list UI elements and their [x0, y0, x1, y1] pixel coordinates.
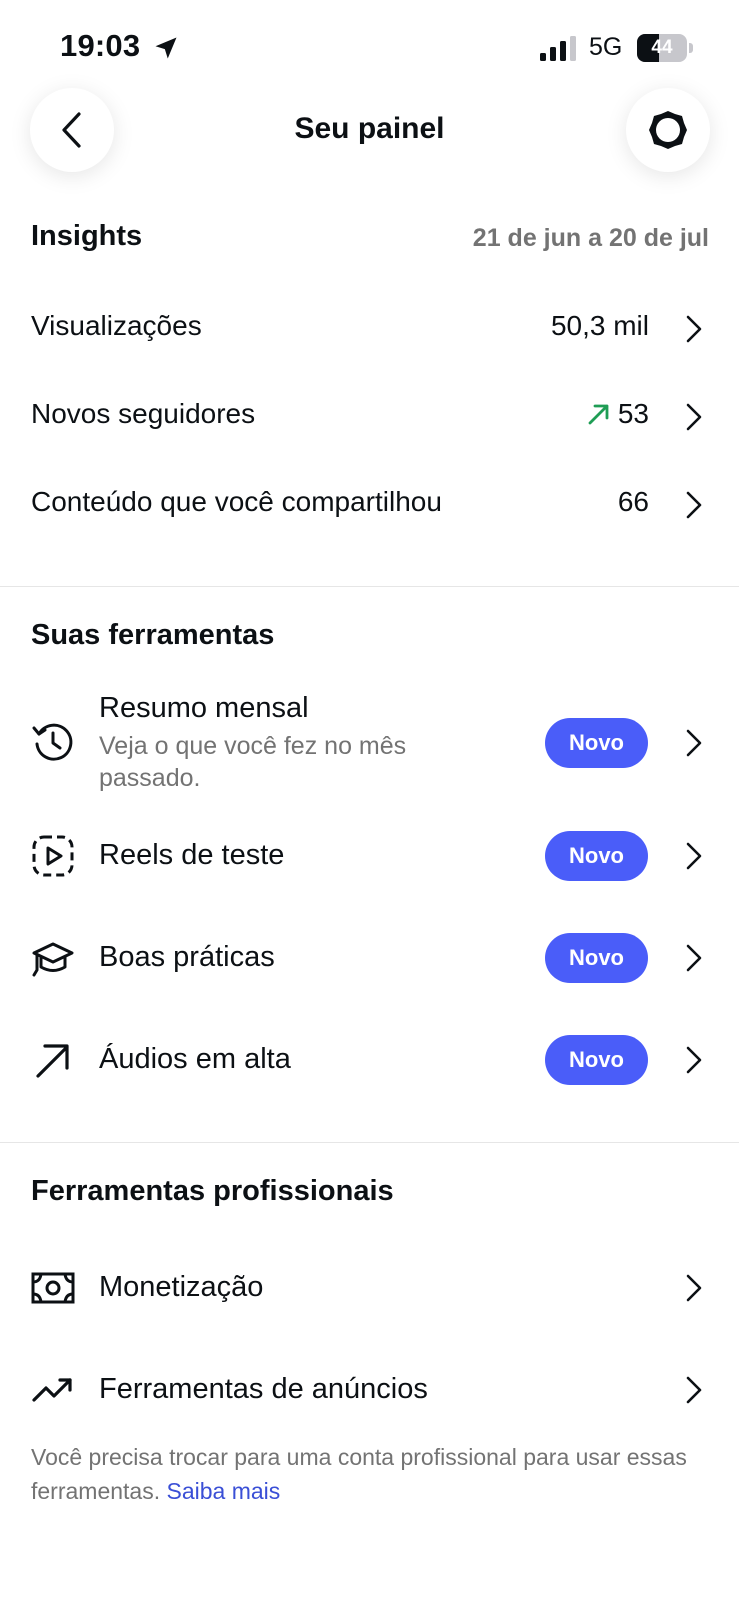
new-badge: Novo [545, 933, 648, 983]
note-text: Você precisa trocar para uma conta profi… [31, 1444, 687, 1504]
tool-row-monthly-summary[interactable]: Resumo mensal Veja o que você fez no mês… [0, 690, 739, 800]
new-badge: Novo [545, 718, 648, 768]
trend-up-arrow-icon [588, 404, 609, 425]
new-badge: Novo [545, 1035, 648, 1085]
settings-button[interactable] [626, 88, 710, 172]
insights-row-followers[interactable]: Novos seguidores 53 [0, 388, 739, 448]
section-divider [0, 586, 739, 587]
chevron-right-icon [686, 491, 702, 519]
row-value: 53 [617, 398, 649, 429]
tool-label: Boas práticas [99, 941, 275, 973]
insights-title: Insights [31, 220, 143, 252]
row-label: Conteúdo que você compartilhou [31, 486, 442, 517]
chevron-right-icon [686, 1274, 702, 1302]
pro-tool-row-monetization[interactable]: Monetização [0, 1258, 739, 1318]
gear-icon [649, 111, 687, 149]
row-label: Visualizações [31, 310, 202, 341]
tool-row-best-practices[interactable]: Boas práticas Novo [0, 928, 739, 988]
status-bar: 19:03 5G 44 [0, 0, 739, 96]
row-value: 50,3 mil [550, 310, 649, 341]
tools-title: Suas ferramentas [31, 619, 275, 651]
chevron-right-icon [686, 315, 702, 343]
tool-label: Áudios em alta [99, 1043, 291, 1075]
chevron-right-icon [686, 1376, 702, 1404]
row-value: 66 [617, 486, 649, 517]
pro-account-note: Você precisa trocar para uma conta profi… [31, 1440, 721, 1508]
chevron-right-icon [686, 1046, 702, 1074]
insights-row-content[interactable]: Conteúdo que você compartilhou 66 [0, 476, 739, 536]
battery-icon: 44 [637, 34, 693, 62]
insights-row-views[interactable]: Visualizações 50,3 mil [0, 300, 739, 360]
section-divider [0, 1142, 739, 1143]
chevron-right-icon [686, 403, 702, 431]
location-arrow-icon [155, 37, 177, 59]
money-icon [31, 1272, 75, 1304]
tool-row-trial-reels[interactable]: Reels de teste Novo [0, 826, 739, 886]
chevron-right-icon [686, 944, 702, 972]
trending-up-icon [32, 1378, 72, 1402]
cellular-signal-icon [540, 36, 576, 61]
header: Seu painel [0, 88, 739, 174]
chevron-right-icon [686, 842, 702, 870]
tool-subtitle: Veja o que você fez no mês passado. [99, 732, 407, 792]
learn-more-link[interactable]: Saiba mais [167, 1478, 281, 1504]
tool-label: Monetização [99, 1271, 264, 1303]
pro-tools-title: Ferramentas profissionais [31, 1175, 394, 1207]
tool-label: Resumo mensal [99, 692, 309, 724]
status-time: 19:03 [60, 28, 141, 63]
tool-label: Ferramentas de anúncios [99, 1373, 428, 1405]
network-label: 5G [589, 33, 623, 61]
row-label: Novos seguidores [31, 398, 256, 429]
date-range: 21 de jun a 20 de jul [472, 224, 709, 252]
graduation-cap-icon [32, 942, 74, 977]
chevron-right-icon [686, 729, 702, 757]
reel-play-icon [32, 835, 74, 877]
pro-tool-row-ad-tools[interactable]: Ferramentas de anúncios [0, 1360, 739, 1420]
arrow-up-right-icon [36, 1044, 69, 1078]
tool-label: Reels de teste [99, 839, 285, 871]
history-icon [32, 723, 73, 761]
battery-percent: 44 [651, 37, 673, 58]
tool-row-trending-audio[interactable]: Áudios em alta Novo [0, 1030, 739, 1090]
new-badge: Novo [545, 831, 648, 881]
